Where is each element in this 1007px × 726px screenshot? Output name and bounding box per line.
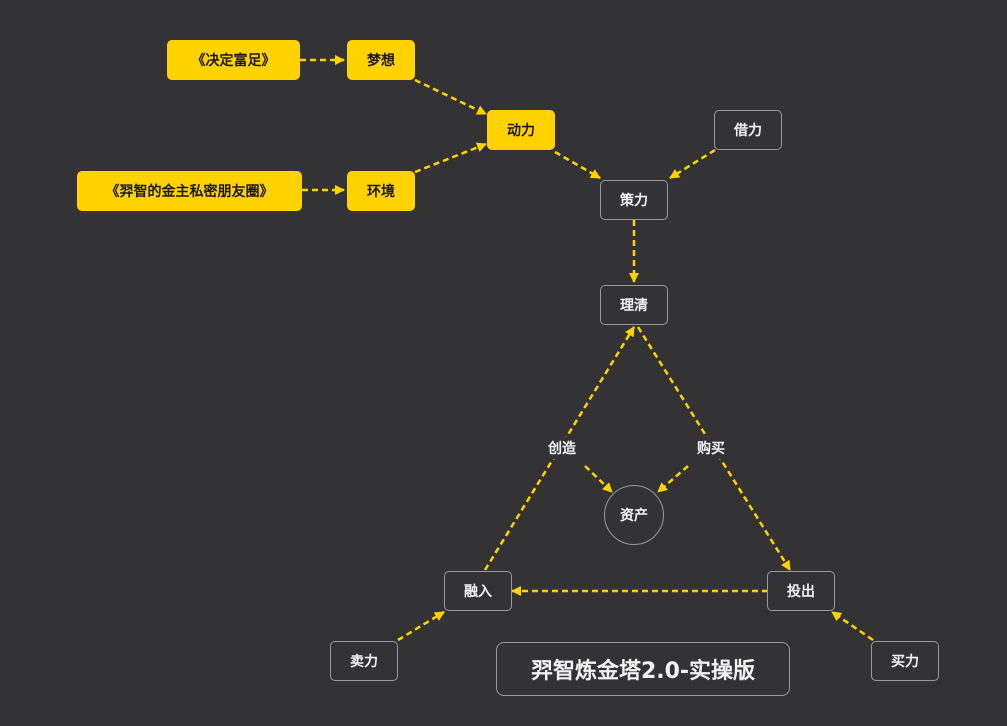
arrow-environment-to-motivation	[414, 142, 487, 174]
book-circle-node: 《羿智的金主私密朋友圈》	[77, 171, 302, 211]
buy-label: 购买	[687, 437, 735, 459]
clarify-node: 理清	[600, 285, 668, 325]
diagram-title: 羿智炼金塔2.0-实操版	[496, 642, 790, 696]
environment-node: 环境	[347, 171, 415, 211]
strategy-node: 策力	[600, 180, 668, 220]
sell-power-node: 卖力	[330, 641, 398, 681]
invest-node: 投出	[767, 571, 835, 611]
diagram-canvas: 《决定富足》 梦想 动力 《羿智的金主私密朋友圈》 环境 借力 策力 理清 创造…	[0, 0, 1007, 726]
borrow-power-node: 借力	[714, 110, 782, 150]
diagram-connectors	[300, 55, 874, 642]
arrow-borrow-to-strategy	[669, 148, 716, 180]
arrow-buy-to-assets	[657, 465, 689, 493]
arrow-sell-to-integrate	[397, 610, 445, 642]
arrow-dream-to-motivation	[414, 78, 487, 116]
arrow-create-to-assets	[584, 465, 613, 493]
motivation-node: 动力	[487, 110, 555, 150]
integrate-node: 融入	[444, 571, 512, 611]
book-decide-rich-node: 《决定富足》	[167, 40, 300, 80]
arrow-buy-power-to-invest	[831, 610, 874, 642]
buy-power-node: 买力	[871, 641, 939, 681]
assets-node: 资产	[604, 485, 664, 545]
create-label: 创造	[538, 437, 586, 459]
arrow-motivation-to-strategy	[554, 150, 601, 180]
dream-node: 梦想	[347, 40, 415, 80]
